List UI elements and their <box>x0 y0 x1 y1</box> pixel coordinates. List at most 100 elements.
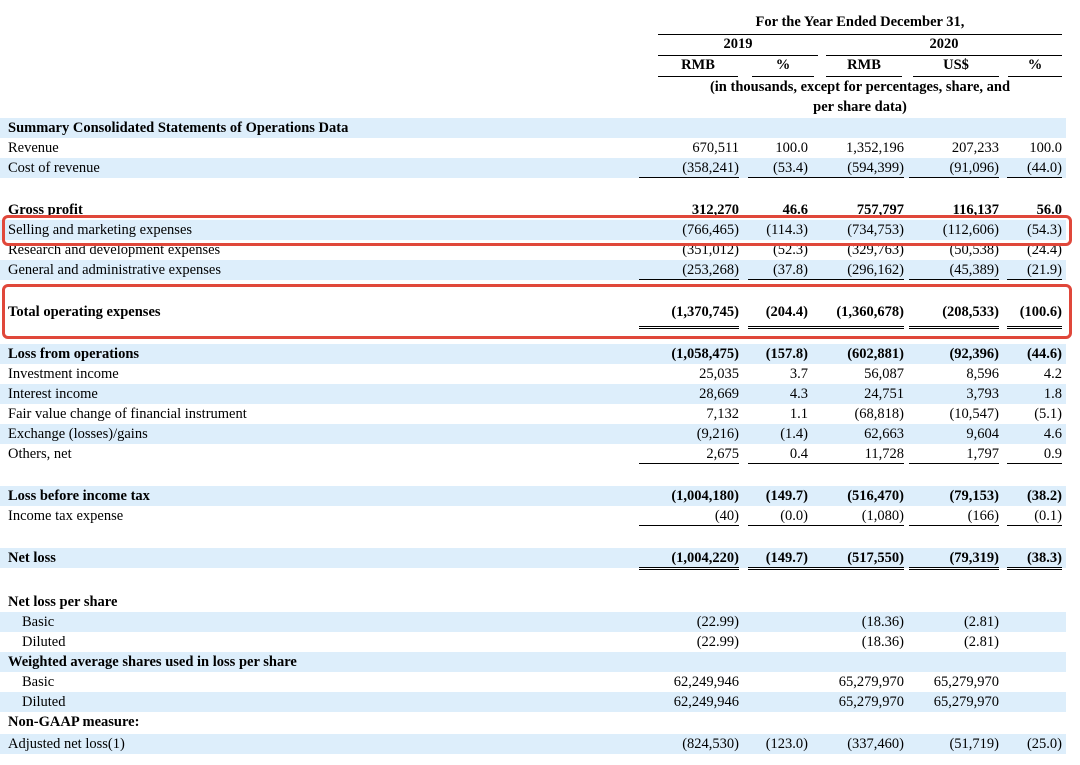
year-2020-rule <box>826 55 1062 56</box>
row-label: Selling and marketing expenses <box>8 222 193 238</box>
cell-usd-2020: 65,279,970 <box>933 674 999 690</box>
cell-rmb-2020: (18.36) <box>861 634 904 650</box>
cell-usd-2020 <box>909 118 999 138</box>
row-label: Basic <box>22 674 55 690</box>
row-label: Fair value change of financial instrumen… <box>8 406 247 422</box>
cell-rmb-2020 <box>804 652 904 672</box>
cell-pct-2019: 0.4 <box>748 444 808 464</box>
cell-rmb-2019: (824,530) <box>682 736 739 752</box>
financial-table-page: For the Year Ended December 31, 2019 202… <box>0 0 1080 765</box>
cell-usd-2020: 3,793 <box>966 386 999 402</box>
cell-rmb-2019: (22.99) <box>696 614 739 630</box>
cell-usd-2020 <box>909 712 999 732</box>
cell-pct-2020 <box>1007 612 1062 632</box>
cell-rmb-2019 <box>639 118 739 138</box>
cell-pct-2020: 100.0 <box>1029 140 1062 156</box>
cell-rmb-2020 <box>804 118 904 138</box>
table-row: General and administrative expenses (253,… <box>0 260 1066 280</box>
year-2019-header: 2019 <box>723 36 753 52</box>
cell-rmb-2020: 56,087 <box>864 366 904 382</box>
cell-pct-2019: (114.3) <box>766 222 808 238</box>
cell-usd-2020: (91,096) <box>909 158 999 178</box>
cell-rmb-2020: (296,162) <box>804 260 904 280</box>
cell-rmb-2019: 62,249,946 <box>673 694 739 710</box>
cell-pct-2020: 1.8 <box>1043 386 1062 402</box>
cell-rmb-2019: (1,004,220) <box>639 548 739 570</box>
cell-pct-2019 <box>748 652 808 672</box>
table-row: Adjusted net loss(1) (824,530) (123.0) (337… <box>0 734 1066 754</box>
col-header-rule-5 <box>1008 76 1062 77</box>
cell-rmb-2020: (337,460) <box>847 736 904 752</box>
col-header-pct-2020: % <box>1027 57 1043 73</box>
cell-pct-2019 <box>748 612 808 632</box>
cell-rmb-2020: 11,728 <box>804 444 904 464</box>
cell-pct-2020 <box>1007 672 1062 692</box>
cell-pct-2020 <box>1007 592 1062 612</box>
period-header: For the Year Ended December 31, <box>755 14 965 30</box>
table-row: Diluted (22.99) (18.36) (2.81) <box>0 632 1066 652</box>
row-label: Investment income <box>8 366 119 382</box>
cell-pct-2020: (25.0) <box>1026 736 1062 752</box>
cell-pct-2019 <box>748 632 808 652</box>
cell-usd-2020: (166) <box>909 506 999 526</box>
cell-rmb-2019: 25,035 <box>699 366 739 382</box>
cell-rmb-2019: 62,249,946 <box>673 674 739 690</box>
cell-pct-2019: 3.7 <box>789 366 808 382</box>
cell-rmb-2019: (253,268) <box>639 260 739 280</box>
cell-usd-2020: 207,233 <box>951 140 999 156</box>
cell-pct-2020: 56.0 <box>1036 202 1062 218</box>
cell-rmb-2019 <box>639 592 739 612</box>
units-note-line1: (in thousands, except for percentages, s… <box>709 79 1011 95</box>
cell-pct-2020: 4.6 <box>1043 426 1062 442</box>
row-label: Diluted <box>22 694 66 710</box>
cell-pct-2020: (0.1) <box>1007 506 1062 526</box>
cell-usd-2020: 8,596 <box>966 366 999 382</box>
cell-rmb-2020: (594,399) <box>804 158 904 178</box>
row-label: Weighted average shares used in loss per… <box>8 654 297 670</box>
cell-pct-2020: (44.6) <box>1026 346 1062 362</box>
cell-pct-2019: (1.4) <box>780 426 808 442</box>
col-header-rmb-2020: RMB <box>847 57 881 73</box>
cell-usd-2020: 116,137 <box>952 202 999 218</box>
cell-rmb-2019: (1,004,180) <box>671 488 739 504</box>
col-header-pct-2019: % <box>775 57 791 73</box>
cell-rmb-2019: 28,669 <box>699 386 739 402</box>
cell-pct-2020: (38.2) <box>1026 488 1062 504</box>
cell-pct-2020: (54.3) <box>1026 222 1062 238</box>
cell-pct-2019 <box>748 712 808 732</box>
cell-rmb-2019 <box>639 712 739 732</box>
table-row: Summary Consolidated Statements of Opera… <box>0 118 1066 138</box>
cell-usd-2020: (79,319) <box>909 548 999 570</box>
row-label: Exchange (losses)/gains <box>8 426 148 442</box>
cell-pct-2019: 1.1 <box>789 406 808 422</box>
table-row: Others, net 2,675 0.4 11,728 1,797 0.9 <box>0 444 1066 464</box>
row-label: Research and development expenses <box>8 242 221 258</box>
cell-pct-2019: (0.0) <box>748 506 808 526</box>
cell-usd-2020: (2.81) <box>963 634 999 650</box>
row-label: General and administrative expenses <box>8 262 221 278</box>
cell-rmb-2019 <box>639 652 739 672</box>
table-row: Basic 62,249,946 65,279,970 65,279,970 <box>0 672 1066 692</box>
cell-pct-2019: (149.7) <box>748 548 808 570</box>
cell-pct-2020: 0.9 <box>1007 444 1062 464</box>
row-label: Cost of revenue <box>8 160 100 176</box>
table-row: Fair value change of financial instrumen… <box>0 404 1066 424</box>
row-label: Net loss per share <box>8 594 118 610</box>
cell-rmb-2020: (517,550) <box>804 548 904 570</box>
row-label: Diluted <box>22 634 66 650</box>
table-row: Exchange (losses)/gains (9,216) (1.4) 62,66… <box>0 424 1066 444</box>
cell-pct-2019 <box>748 592 808 612</box>
cell-rmb-2020: (734,753) <box>847 222 904 238</box>
cell-usd-2020: (50,538) <box>949 242 999 258</box>
row-label: Basic <box>22 614 55 630</box>
cell-usd-2020: 1,797 <box>909 444 999 464</box>
table-row: Income tax expense (40) (0.0) (1,080) (166) (… <box>0 506 1066 526</box>
cell-rmb-2020: (329,763) <box>847 242 904 258</box>
table-row: Weighted average shares used in loss per… <box>0 652 1066 672</box>
cell-pct-2020 <box>1007 652 1062 672</box>
table-row: Net loss (1,004,220) (149.7) (517,550) (79,3… <box>0 548 1066 570</box>
cell-pct-2020: (5.1) <box>1034 406 1062 422</box>
cell-pct-2020: (44.0) <box>1007 158 1062 178</box>
cell-pct-2020: (21.9) <box>1007 260 1062 280</box>
cell-rmb-2019: 312,270 <box>691 202 739 218</box>
